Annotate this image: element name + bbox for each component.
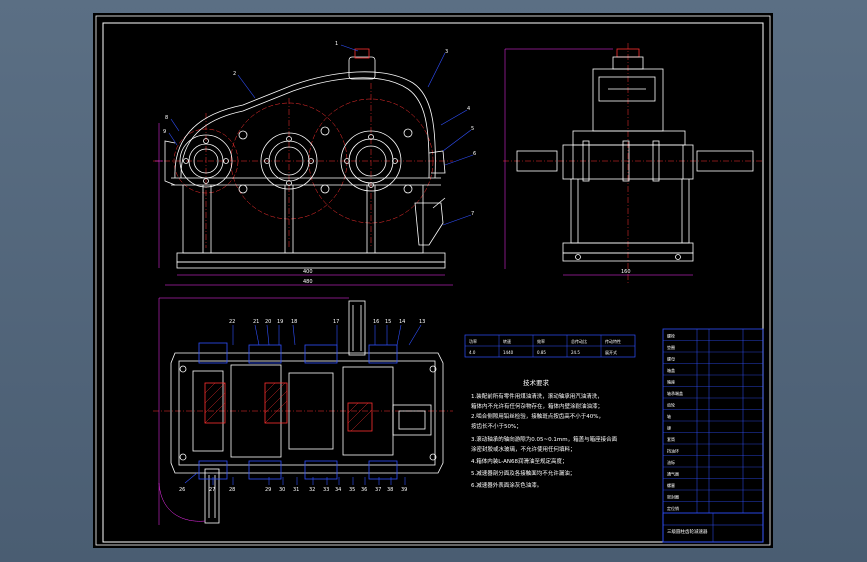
spec-header: 效率 — [537, 338, 545, 344]
part-label: 8 — [165, 115, 168, 121]
parts-list-item: 轴承端盖 — [667, 390, 683, 396]
svg-text:29: 29 — [265, 487, 271, 493]
side-view — [503, 43, 763, 283]
part-label: 4 — [467, 106, 470, 112]
dim-label: 160 — [621, 269, 631, 275]
svg-text:38: 38 — [387, 487, 393, 493]
section-hatching — [204, 382, 373, 432]
part-label: 2 — [233, 71, 236, 77]
spec-header: 转速 — [503, 338, 511, 344]
parts-list-item: 挡油环 — [667, 447, 679, 453]
svg-text:15: 15 — [385, 319, 391, 325]
svg-text:14: 14 — [399, 319, 405, 325]
spec-cell: 0.85 — [537, 350, 546, 355]
title-block-name: 三级圆柱齿轮减速器 — [667, 528, 708, 535]
cad-viewport[interactable]: 1 2 3 4 5 6 7 8 9 400 480 160 22 21 20 1… — [93, 13, 773, 548]
parts-list-item: 通气器 — [667, 470, 679, 476]
svg-text:18: 18 — [291, 319, 297, 325]
parts-list-item: 套筒 — [667, 436, 675, 442]
svg-text:20: 20 — [265, 319, 271, 325]
part-label: 1 — [335, 41, 338, 47]
outer-frame — [95, 15, 771, 546]
tech-line: 4.箱体内装L-AN68润滑油至规定高度； — [471, 457, 567, 465]
part-label: 9 — [163, 129, 166, 135]
svg-text:32: 32 — [309, 487, 315, 493]
svg-text:36: 36 — [361, 487, 367, 493]
svg-text:27: 27 — [209, 487, 215, 493]
parts-list-item: 箱座 — [667, 378, 675, 384]
tech-line: 按齿长不小于50%； — [471, 422, 522, 430]
svg-text:30: 30 — [279, 487, 285, 493]
assembly-drawing: 1 2 3 4 5 6 7 8 9 400 480 160 22 21 20 1… — [95, 15, 771, 546]
tech-line: 6.减速器外表面涂灰色油漆。 — [471, 481, 542, 489]
parts-list-item: 螺栓 — [667, 332, 675, 338]
svg-text:37: 37 — [375, 487, 381, 493]
top-view — [153, 297, 453, 525]
svg-text:33: 33 — [323, 487, 329, 493]
parts-list-item: 齿轮 — [667, 401, 675, 407]
spec-header: 功率 — [469, 338, 477, 344]
spec-cell: 24.5 — [571, 350, 580, 355]
spec-header: 总传动比 — [571, 338, 587, 344]
svg-text:28: 28 — [229, 487, 235, 493]
tech-line: 箱体内不允许有任何杂物存在，箱体内壁涂耐油油漆； — [471, 402, 603, 410]
spec-cell: 1440 — [503, 350, 514, 355]
parts-list-item: 油标 — [667, 459, 675, 465]
svg-text:31: 31 — [293, 487, 299, 493]
part-label: 5 — [471, 126, 474, 132]
svg-text:34: 34 — [335, 487, 341, 493]
svg-text:39: 39 — [401, 487, 407, 493]
svg-text:16: 16 — [373, 319, 379, 325]
svg-text:22: 22 — [229, 319, 235, 325]
svg-text:26: 26 — [179, 487, 185, 493]
parts-list-item: 垫圈 — [667, 344, 675, 350]
tech-line: 涂密封胶或水玻璃，不允许使用任何填料； — [471, 445, 576, 453]
part-label: 7 — [471, 211, 474, 217]
front-view — [153, 48, 453, 286]
parts-list-item: 螺塞 — [667, 482, 675, 488]
svg-text:19: 19 — [277, 319, 283, 325]
tech-line: 5.减速器剖分面及各接触面均不允许漏油； — [471, 469, 575, 477]
inner-frame — [102, 22, 764, 543]
tech-line: 1.装配前所有零件用煤油清洗，滚动轴承用汽油清洗， — [471, 392, 603, 400]
dim-label: 480 — [303, 279, 313, 285]
parts-list-item: 密封圈 — [667, 493, 679, 499]
tech-title: 技术要求 — [523, 378, 550, 387]
spec-cell: 展开式 — [605, 349, 617, 355]
tech-line: 3.滚动轴承的轴向游隙为0.05~0.1mm，箱盖与箱座接合面 — [471, 435, 618, 443]
spec-cell: 4.0 — [469, 350, 476, 355]
parts-list-item: 箱盖 — [667, 367, 675, 373]
spec-header: 传动特性 — [605, 338, 621, 344]
svg-text:35: 35 — [349, 487, 355, 493]
part-label: 3 — [445, 49, 448, 55]
parts-list-item: 螺母 — [667, 355, 675, 361]
parts-list: 螺栓垫圈螺母箱盖箱座轴承端盖齿轮轴键套筒挡油环油标通气器螺塞密封圈定位销 三级圆… — [662, 328, 764, 543]
svg-text:13: 13 — [419, 319, 425, 325]
dim-label: 400 — [303, 269, 313, 275]
parts-list-item: 轴 — [667, 413, 671, 419]
spec-table: 功率 转速 效率 总传动比 传动特性 4.0 1440 0.85 24.5 展开… — [464, 334, 636, 358]
tech-requirements: 技术要求 1.装配前所有零件用煤油清洗，滚动轴承用汽油清洗， 箱体内不允许有任何… — [471, 378, 618, 489]
part-label: 6 — [473, 151, 476, 157]
svg-text:21: 21 — [253, 319, 259, 325]
parts-list-item: 定位销 — [667, 505, 679, 511]
parts-list-item: 键 — [667, 424, 671, 430]
tech-line: 2.啮合侧隙用铅丝检验，接触斑点按齿高不小于40%， — [471, 412, 604, 420]
svg-text:17: 17 — [333, 319, 339, 325]
